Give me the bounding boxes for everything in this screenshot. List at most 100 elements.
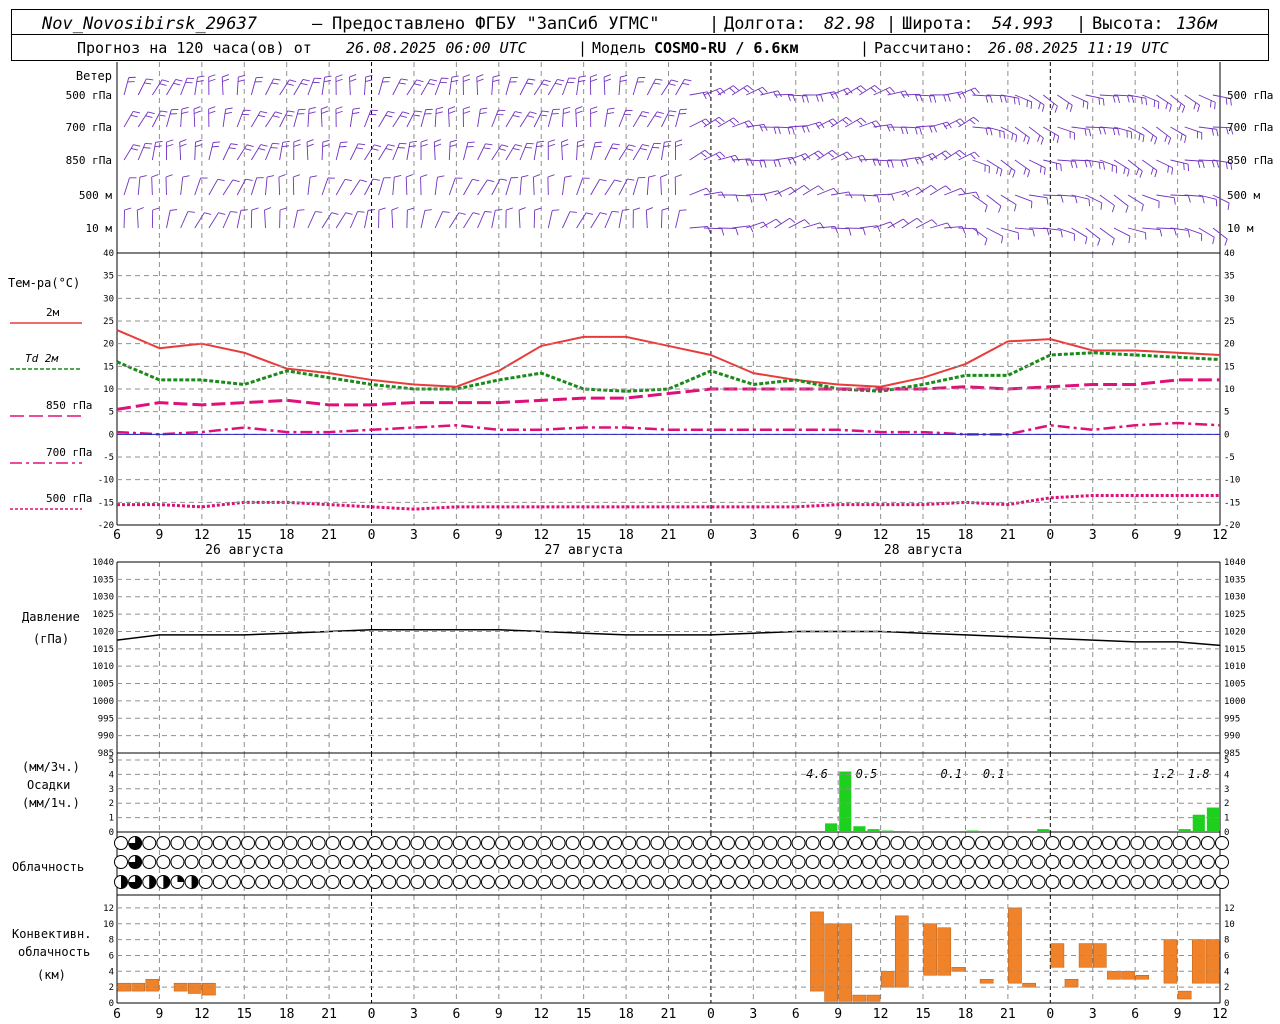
temp-xtick: 9	[1174, 528, 1182, 543]
cloud-circle	[636, 836, 651, 850]
barb-flag	[1038, 102, 1041, 110]
wind-barb	[1043, 194, 1064, 203]
wind-barb	[166, 209, 178, 229]
cloud-symbol	[156, 855, 171, 869]
temp-ytick-left: 5	[109, 408, 114, 418]
barb-flag	[586, 212, 594, 215]
barb-shaft	[136, 210, 139, 229]
barb-flag	[969, 119, 976, 125]
barb-flag	[660, 174, 668, 178]
barb-flag	[541, 83, 549, 86]
barb-flag	[789, 217, 796, 223]
cloud-circle	[960, 836, 975, 850]
barb-flag	[349, 74, 357, 78]
barb-flag	[916, 217, 923, 223]
wind-barb	[505, 144, 523, 161]
wind-barb	[1141, 159, 1158, 178]
barb-flag	[777, 90, 782, 98]
cloud-circle	[537, 836, 552, 850]
barb-flag	[848, 228, 852, 236]
barb-flag	[204, 212, 212, 215]
cloud-symbol	[424, 855, 439, 869]
temp-xtick: 3	[410, 528, 418, 543]
cloud-circle	[283, 855, 298, 869]
barb-flag	[860, 117, 867, 123]
wind-barb	[391, 207, 399, 229]
barb-shaft	[533, 79, 545, 96]
wind-barb	[1085, 194, 1103, 210]
barb-flag	[322, 139, 330, 143]
conv-xtick: 6	[1131, 1007, 1139, 1022]
barb-flag	[498, 148, 506, 151]
barb-flag	[1026, 100, 1028, 108]
wind-barb	[378, 76, 391, 96]
cloud-circle	[946, 855, 961, 869]
barb-shaft	[321, 212, 332, 229]
wind-barb	[434, 211, 450, 229]
barb-flag	[458, 212, 466, 215]
barb-shaft	[1184, 126, 1202, 134]
barb-flag	[612, 143, 620, 146]
wind-barb	[632, 77, 646, 96]
barb-shaft	[1014, 159, 1030, 171]
temp-ytick-left: 40	[103, 249, 114, 259]
wind-barb	[349, 74, 357, 96]
conv-ytick-right: 6	[1224, 951, 1229, 961]
cloud-symbol	[339, 875, 354, 889]
barb-shaft	[944, 187, 962, 196]
barb-shaft	[321, 141, 324, 161]
barb-flag	[492, 74, 500, 78]
wind-barb	[151, 174, 159, 196]
pres-ytick-right: 1025	[1224, 610, 1246, 620]
cloud-symbol	[664, 875, 679, 889]
barb-flag	[181, 106, 189, 110]
conv-xtick: 6	[113, 1007, 121, 1022]
barb-shaft	[349, 76, 351, 96]
pres-ytick-left: 990	[98, 732, 114, 742]
barb-shaft	[604, 109, 609, 128]
barb-shaft	[166, 210, 171, 229]
barb-shaft	[221, 76, 224, 96]
cloud-symbol	[495, 875, 510, 889]
barb-flag	[1165, 102, 1169, 110]
cloud-circle	[650, 855, 665, 869]
cloud-symbol	[791, 875, 806, 889]
barb-flag	[1001, 236, 1004, 244]
temp-xtick: 12	[873, 528, 889, 543]
barb-flag	[287, 110, 295, 113]
barb-flag	[435, 111, 443, 114]
barb-flag	[472, 178, 480, 182]
pressure-unit: (гПа)	[33, 632, 69, 646]
barb-flag	[886, 160, 890, 168]
wind-barb	[364, 209, 376, 229]
cloud-symbol	[1017, 875, 1032, 889]
wind-barb	[505, 177, 519, 196]
barb-shaft	[250, 144, 262, 161]
barb-flag	[552, 209, 560, 211]
barb-flag	[1054, 105, 1058, 113]
wind-barb	[590, 106, 598, 128]
barb-flag	[272, 115, 280, 118]
barb-shaft	[137, 78, 147, 96]
cloud-symbol	[226, 855, 241, 869]
barb-flag	[990, 95, 993, 103]
barb-flag	[238, 74, 246, 78]
cloud-circle	[579, 836, 594, 850]
barb-flag	[420, 143, 428, 147]
barb-flag	[642, 144, 650, 147]
wind-barb	[1057, 194, 1078, 204]
wind-barb	[576, 75, 587, 96]
barb-flag	[577, 139, 585, 143]
barb-shaft	[1057, 227, 1075, 235]
barb-flag	[406, 174, 413, 178]
wind-barb	[646, 142, 661, 161]
cloud-circle	[720, 875, 735, 889]
barb-flag	[1032, 229, 1035, 237]
wind-barb	[179, 139, 187, 161]
cloud-symbol	[523, 836, 538, 850]
cloud-symbol	[1017, 855, 1032, 869]
barb-flag	[860, 85, 867, 91]
barb-flag	[197, 75, 205, 78]
barb-flag	[230, 211, 238, 213]
cloud-circle	[706, 855, 721, 869]
